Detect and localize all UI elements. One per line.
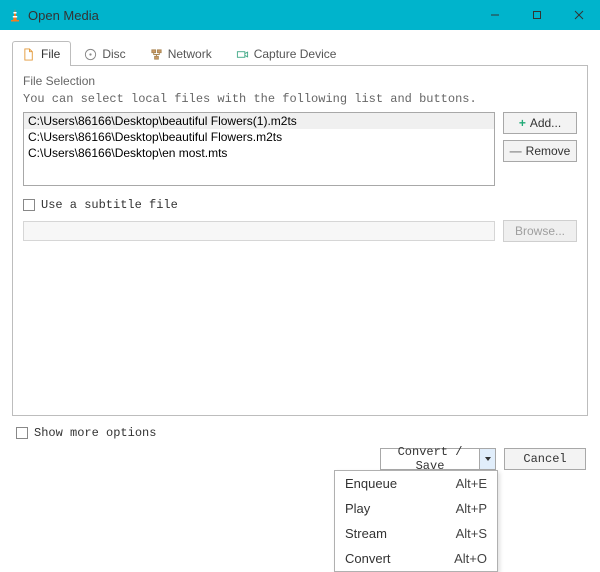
remove-label: Remove [526, 144, 571, 158]
file-icon [23, 48, 36, 61]
window-title: Open Media [28, 8, 474, 23]
file-list[interactable]: C:\Users\86166\Desktop\beautiful Flowers… [23, 112, 495, 186]
titlebar: Open Media [0, 0, 600, 30]
remove-button[interactable]: — Remove [503, 140, 577, 162]
dropdown-arrow-icon[interactable] [479, 449, 495, 469]
subtitle-input-row: Browse... [23, 220, 577, 242]
tab-bar: File Disc Network Capture Device [12, 40, 588, 66]
cancel-button[interactable]: Cancel [504, 448, 586, 470]
vlc-cone-icon [8, 8, 22, 22]
tab-file-label: File [41, 47, 60, 61]
tab-capture-label: Capture Device [254, 47, 337, 61]
window-body: File Disc Network Capture Device File Se… [0, 30, 600, 470]
show-more-row: Show more options [12, 426, 588, 440]
file-selection-hint: You can select local files with the foll… [23, 92, 577, 106]
menu-item-play[interactable]: PlayAlt+P [335, 496, 497, 521]
tab-file[interactable]: File [12, 41, 71, 66]
subtitle-path-input [23, 221, 495, 241]
list-item[interactable]: C:\Users\86166\Desktop\en most.mts [24, 145, 494, 161]
convert-save-button[interactable]: Convert / Save [380, 448, 496, 470]
show-more-label: Show more options [34, 426, 156, 440]
subtitle-checkbox[interactable] [23, 199, 35, 211]
subtitle-checkbox-row: Use a subtitle file [23, 198, 577, 212]
list-item[interactable]: C:\Users\86166\Desktop\beautiful Flowers… [24, 113, 494, 129]
convert-save-label: Convert / Save [381, 445, 479, 473]
tab-capture[interactable]: Capture Device [225, 41, 348, 66]
file-panel: File Selection You can select local file… [12, 66, 588, 416]
network-icon [150, 48, 163, 61]
menu-item-convert[interactable]: ConvertAlt+O [335, 546, 497, 571]
convert-dropdown: EnqueueAlt+E PlayAlt+P StreamAlt+S Conve… [334, 470, 498, 572]
file-area: C:\Users\86166\Desktop\beautiful Flowers… [23, 112, 577, 186]
browse-label: Browse... [515, 224, 565, 238]
cancel-label: Cancel [523, 452, 566, 466]
disc-icon [84, 48, 97, 61]
file-selection-title: File Selection [23, 74, 577, 88]
show-more-checkbox[interactable] [16, 427, 28, 439]
menu-item-enqueue[interactable]: EnqueueAlt+E [335, 471, 497, 496]
browse-button: Browse... [503, 220, 577, 242]
add-label: Add... [530, 116, 561, 130]
close-button[interactable] [558, 0, 600, 30]
minimize-button[interactable] [474, 0, 516, 30]
file-buttons: + Add... — Remove [503, 112, 577, 186]
maximize-button[interactable] [516, 0, 558, 30]
plus-icon: + [519, 116, 526, 130]
add-button[interactable]: + Add... [503, 112, 577, 134]
bottom-buttons: Convert / Save Cancel EnqueueAlt+E PlayA… [12, 448, 588, 470]
tab-disc-label: Disc [102, 47, 125, 61]
list-item[interactable]: C:\Users\86166\Desktop\beautiful Flowers… [24, 129, 494, 145]
subtitle-checkbox-label: Use a subtitle file [41, 198, 178, 212]
capture-icon [236, 48, 249, 61]
minus-icon: — [510, 144, 522, 158]
tab-disc[interactable]: Disc [73, 41, 136, 66]
tab-network-label: Network [168, 47, 212, 61]
tab-network[interactable]: Network [139, 41, 223, 66]
